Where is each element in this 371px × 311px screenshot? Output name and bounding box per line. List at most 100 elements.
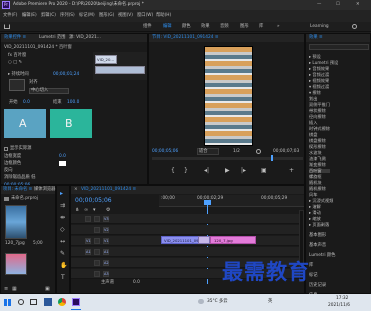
- step-back-icon[interactable]: ◂|: [204, 168, 209, 174]
- new-item-icon[interactable]: ▣: [45, 287, 50, 292]
- panel-essential-sound[interactable]: 基本声音: [309, 243, 326, 248]
- ime-indicator[interactable]: 英: [268, 299, 272, 304]
- task-view-icon[interactable]: [30, 299, 37, 305]
- tab-media-browser[interactable]: 媒体浏览器: [34, 187, 55, 192]
- master-value[interactable]: 0.0: [133, 280, 140, 285]
- track-lock-v2[interactable]: [94, 227, 100, 233]
- tree-zoom[interactable]: ▸ 缩放: [309, 216, 321, 221]
- track-label-v1[interactable]: V1: [103, 238, 109, 244]
- tree-item-3[interactable]: 径向擦除: [309, 114, 326, 119]
- tab-program[interactable]: 节目: VID_20211101_091424 ≡: [152, 35, 218, 40]
- panel-markers[interactable]: 标记: [309, 273, 318, 278]
- snap-icon[interactable]: ⋔: [75, 208, 79, 213]
- workspace-more[interactable]: »: [277, 24, 280, 29]
- maximize-button[interactable]: ☐: [336, 2, 340, 7]
- tree-audio-transitions[interactable]: ▸ 音频过渡: [309, 72, 329, 77]
- mark-in-icon[interactable]: {: [171, 168, 175, 174]
- search-icon[interactable]: [352, 24, 357, 29]
- tab-source[interactable]: 源: VID_2021...: [69, 35, 101, 40]
- tree-dissolve[interactable]: ▸ 溶解: [309, 204, 321, 209]
- tab-effect-controls[interactable]: 效果控件 ≡: [4, 35, 26, 40]
- tree-item-16[interactable]: 风车: [309, 192, 317, 197]
- track-lock-v1[interactable]: [94, 238, 100, 244]
- track-lock-a2[interactable]: [94, 260, 100, 266]
- track-lock-v3[interactable]: [94, 216, 100, 222]
- marker-icon[interactable]: ▾: [93, 208, 96, 213]
- home-icon[interactable]: [4, 24, 10, 29]
- tree-audio-effects[interactable]: ▸ 音频效果: [309, 66, 329, 71]
- clip-video-2[interactable]: 120_7.jpg: [210, 236, 256, 244]
- track-label-v3[interactable]: V3: [103, 216, 109, 222]
- menu-clip[interactable]: 剪辑(C): [41, 13, 56, 18]
- chrome-icon[interactable]: [58, 298, 66, 306]
- end-value[interactable]: 100.0: [67, 100, 79, 105]
- tab-lumetri-scopes[interactable]: Lumetri 范围: [39, 35, 65, 40]
- track-label-a1[interactable]: A1: [103, 249, 109, 255]
- program-scrub-bar[interactable]: [152, 157, 303, 160]
- selection-tool-icon[interactable]: ▸: [60, 191, 63, 197]
- razor-tool-icon[interactable]: ◇: [60, 227, 65, 233]
- tree-item-13[interactable]: 螺旋框: [309, 174, 322, 179]
- resolution-value[interactable]: 1/2: [233, 149, 240, 154]
- track-label-a2[interactable]: A2: [103, 260, 109, 266]
- workspace-color[interactable]: 颜色: [182, 24, 191, 29]
- menu-graphics[interactable]: 图形(G): [99, 13, 114, 18]
- panel-essential-graphics[interactable]: 基本图形: [309, 233, 326, 238]
- track-lock-a1[interactable]: [94, 249, 100, 255]
- wrench-icon[interactable]: ⚙: [106, 208, 110, 213]
- tree-item-6[interactable]: 棋盘: [309, 132, 317, 137]
- mini-transition[interactable]: [95, 66, 145, 74]
- pen-tool-icon[interactable]: ✎: [60, 251, 65, 257]
- tree-item-5[interactable]: 时钟式擦除: [309, 126, 330, 131]
- workspace-graphics[interactable]: 图形: [240, 24, 249, 29]
- workspace-learning[interactable]: Learning: [310, 24, 329, 29]
- mark-out-icon[interactable]: }: [184, 168, 188, 174]
- tree-wipe[interactable]: ▾ 擦除: [309, 90, 321, 95]
- play-icon[interactable]: ▶: [225, 168, 230, 174]
- tree-item-15[interactable]: 随机擦除: [309, 186, 326, 191]
- tree-immersive[interactable]: ▸ 沉浸式视频: [309, 198, 333, 203]
- word-icon[interactable]: [44, 298, 52, 306]
- fx-label[interactable]: fx 百叶窗: [8, 53, 26, 58]
- tree-page-peel[interactable]: ▸ 页面剥落: [309, 222, 329, 227]
- project-thumbnail[interactable]: [5, 205, 27, 239]
- border-width-value[interactable]: 0.0: [59, 154, 66, 159]
- menu-marker[interactable]: 标记(M): [79, 13, 95, 18]
- panel-lumetri-color[interactable]: Lumetri 颜色: [309, 253, 335, 258]
- tree-presets[interactable]: ▸ 预设: [309, 54, 321, 59]
- tree-item-0[interactable]: 划出: [309, 96, 317, 101]
- clock-time[interactable]: 17:32: [336, 296, 348, 301]
- export-frame-icon[interactable]: ▣: [261, 168, 267, 174]
- timeline-close[interactable]: ×: [74, 187, 78, 192]
- track-label-a3[interactable]: A3: [103, 271, 109, 277]
- tree-lumetri-presets[interactable]: ▸ Lumetri 预设: [309, 60, 338, 65]
- workspace-effects[interactable]: 效果: [201, 24, 210, 29]
- clip-transition[interactable]: [198, 236, 210, 244]
- tree-item-9[interactable]: 水波块: [309, 150, 322, 155]
- list-view-icon[interactable]: ≡: [4, 287, 8, 292]
- tree-item-14[interactable]: 随机块: [309, 180, 322, 185]
- tree-item-4[interactable]: 插入: [309, 120, 317, 125]
- workspace-libraries[interactable]: 库: [259, 24, 263, 29]
- tree-item-8[interactable]: 楔形擦除: [309, 144, 326, 149]
- close-button[interactable]: ✕: [356, 2, 360, 7]
- tree-video-transitions[interactable]: ▾ 视频过渡: [309, 84, 329, 89]
- tree-item-7[interactable]: 棋盘擦除: [309, 138, 326, 143]
- weather-text[interactable]: 35°C 多云: [207, 299, 228, 304]
- windows-start-icon[interactable]: [4, 299, 11, 306]
- source-patch-v1[interactable]: V1: [85, 238, 91, 244]
- menu-window[interactable]: 窗口(W): [137, 13, 153, 18]
- track-lock-a3[interactable]: [94, 271, 100, 277]
- effects-search-input[interactable]: [309, 44, 369, 50]
- source-patch-a1[interactable]: A1: [85, 249, 91, 255]
- step-forward-icon[interactable]: |▸: [241, 168, 246, 174]
- icon-view-icon[interactable]: ▦: [12, 287, 17, 292]
- premiere-taskbar-icon[interactable]: [72, 298, 80, 306]
- tree-item-11[interactable]: 渐变擦除: [309, 162, 326, 167]
- duration-value[interactable]: 00;00;01;24: [53, 72, 79, 77]
- menu-view[interactable]: 视图(V): [118, 13, 133, 18]
- source-patch-v3[interactable]: [85, 216, 91, 222]
- type-tool-icon[interactable]: T: [61, 275, 65, 281]
- tree-item-2[interactable]: 带状擦除: [309, 108, 326, 113]
- playhead-head[interactable]: [204, 200, 211, 205]
